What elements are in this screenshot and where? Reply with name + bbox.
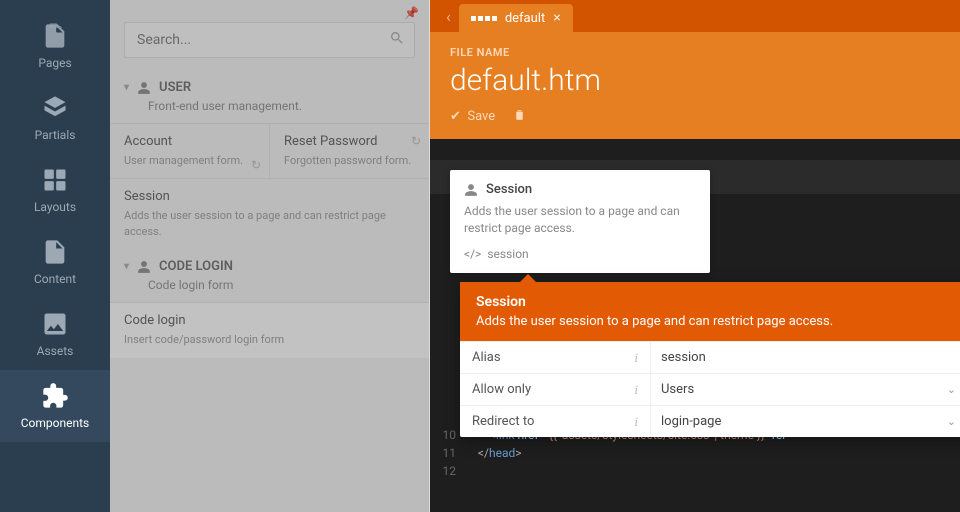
tab-label: default bbox=[505, 11, 545, 26]
item-desc: Adds the user session to a page and can … bbox=[124, 208, 415, 239]
card-alias: session bbox=[487, 247, 528, 261]
prop-label: Alias bbox=[472, 350, 501, 365]
file-name-label: FILE NAME bbox=[450, 46, 940, 59]
pin-icon[interactable]: 📌 bbox=[404, 6, 419, 20]
group-title: USER bbox=[159, 80, 191, 95]
save-button[interactable]: ✔ Save bbox=[450, 109, 495, 124]
prop-label: Allow only bbox=[472, 382, 531, 397]
component-account[interactable]: Account User management form. ↻ bbox=[110, 124, 270, 178]
alias-input[interactable] bbox=[661, 350, 960, 365]
back-icon[interactable]: ‹ bbox=[438, 7, 459, 26]
user-icon bbox=[137, 81, 151, 95]
nav-pages[interactable]: Pages bbox=[0, 10, 110, 82]
card-title: Session bbox=[486, 182, 532, 197]
user-icon bbox=[137, 260, 151, 274]
search-input[interactable] bbox=[124, 22, 415, 58]
close-icon[interactable]: × bbox=[553, 10, 560, 26]
caret-down-icon: ▾ bbox=[124, 261, 129, 272]
search-icon bbox=[389, 30, 405, 50]
refresh-icon: ↻ bbox=[411, 134, 421, 148]
cell-title: Reset Password bbox=[284, 134, 415, 149]
group-title: CODE LOGIN bbox=[159, 259, 233, 274]
cell-title: Account bbox=[124, 134, 255, 149]
item-title: Session bbox=[124, 189, 415, 204]
group-user-header[interactable]: ▾ USER bbox=[110, 70, 429, 99]
info-icon[interactable]: i bbox=[634, 382, 638, 398]
info-icon[interactable]: i bbox=[634, 414, 638, 430]
caret-down-icon: ▾ bbox=[124, 82, 129, 93]
page-title: default.htm bbox=[450, 63, 940, 98]
component-reset-password[interactable]: ↻ Reset Password Forgotten password form… bbox=[270, 124, 429, 178]
code-icon: </> bbox=[464, 247, 481, 261]
group-subtitle: Front-end user management. bbox=[110, 99, 429, 123]
component-code-login[interactable]: Code login Insert code/password login fo… bbox=[110, 302, 429, 357]
nav-content[interactable]: Content bbox=[0, 226, 110, 298]
nav-partials[interactable]: Partials bbox=[0, 82, 110, 154]
group-codelogin-header[interactable]: ▾ CODE LOGIN bbox=[110, 249, 429, 278]
nav-assets[interactable]: Assets bbox=[0, 298, 110, 370]
popup-subtitle: Adds the user session to a page and can … bbox=[476, 314, 960, 329]
item-desc: Insert code/password login form bbox=[124, 332, 415, 347]
allow-only-select[interactable]: Users⌄ bbox=[650, 374, 960, 405]
nav-label: Layouts bbox=[34, 200, 76, 214]
component-card[interactable]: Session Adds the user session to a page … bbox=[450, 170, 710, 273]
cell-desc: User management form. bbox=[124, 153, 255, 168]
code-line: </head> bbox=[466, 444, 522, 462]
info-icon[interactable]: i bbox=[634, 350, 638, 366]
nav-label: Components bbox=[21, 416, 90, 430]
nav-label: Content bbox=[34, 272, 76, 286]
chevron-down-icon: ⌄ bbox=[947, 383, 956, 396]
component-session[interactable]: Session Adds the user session to a page … bbox=[110, 178, 429, 249]
nav-label: Assets bbox=[37, 344, 74, 358]
nav-label: Partials bbox=[35, 128, 76, 142]
nav-components[interactable]: Components bbox=[0, 370, 110, 442]
user-icon bbox=[464, 183, 478, 197]
nav-label: Pages bbox=[38, 56, 71, 70]
item-title: Code login bbox=[124, 313, 415, 328]
tab-default[interactable]: default × bbox=[459, 4, 573, 32]
popup-title: Session bbox=[476, 294, 960, 310]
card-desc: Adds the user session to a page and can … bbox=[464, 203, 696, 237]
redirect-to-select[interactable]: login-page⌄ bbox=[650, 406, 960, 437]
component-inspector-popup: × Session Adds the user session to a pag… bbox=[460, 282, 960, 437]
refresh-icon: ↻ bbox=[251, 158, 261, 172]
cell-desc: Forgotten password form. bbox=[284, 153, 415, 168]
prop-label: Redirect to bbox=[472, 414, 534, 429]
group-subtitle: Code login form bbox=[110, 278, 429, 302]
chevron-down-icon: ⌄ bbox=[947, 415, 956, 428]
grid-icon bbox=[471, 16, 497, 21]
nav-layouts[interactable]: Layouts bbox=[0, 154, 110, 226]
delete-button[interactable] bbox=[513, 108, 526, 125]
